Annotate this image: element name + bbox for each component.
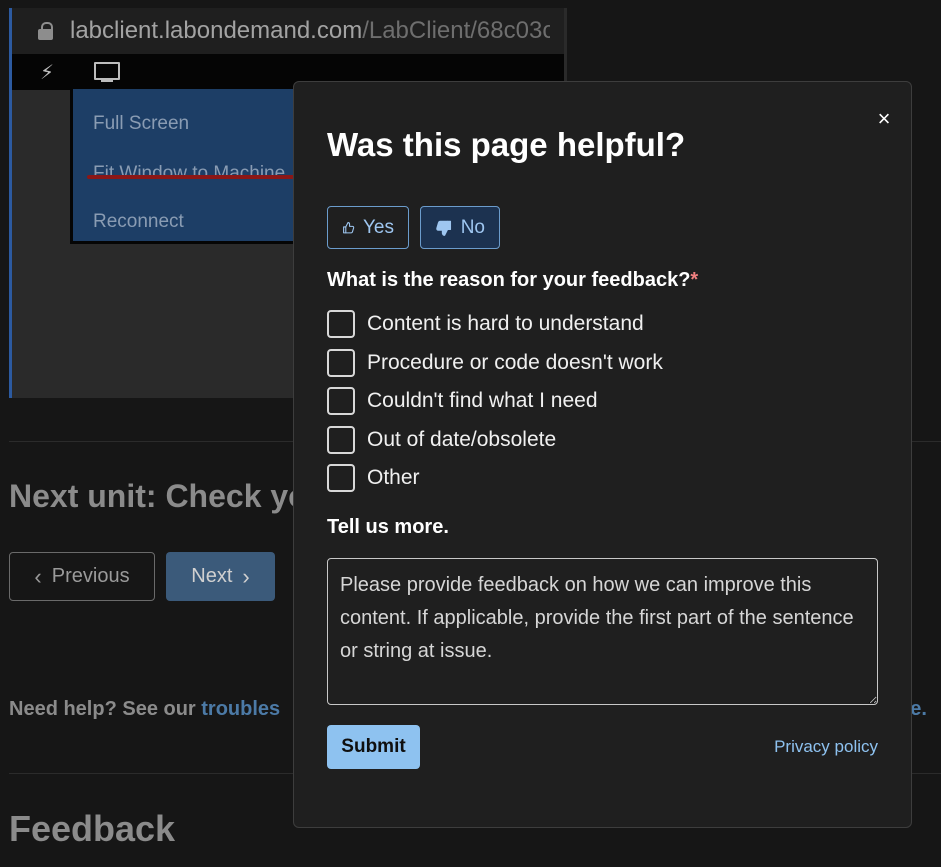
privacy-policy-link[interactable]: Privacy policy	[774, 737, 878, 757]
next-unit-heading: Next unit: Check yo	[9, 478, 308, 514]
url-host: labclient.labondemand.com	[70, 17, 363, 44]
url-path: /LabClient/68c03c7	[362, 17, 550, 44]
menu-item-full-screen: Full Screen	[93, 113, 190, 134]
chevron-right-icon: ›	[242, 563, 250, 589]
option-label: Content is hard to understand	[367, 312, 644, 335]
dialog-title: Was this page helpful?	[327, 126, 686, 163]
option-label: Procedure or code doesn't work	[367, 351, 663, 374]
lock-icon	[38, 22, 54, 40]
menu-item-fit-window: Fit Window to Machine	[93, 163, 286, 184]
display-menu: Full Screen Fit Window to Machine Reconn…	[70, 86, 317, 244]
option-label: Other	[367, 466, 420, 489]
monitor-icon	[94, 62, 120, 82]
option-out-of-date[interactable]: Out of date/obsolete	[327, 426, 556, 454]
yes-button[interactable]: Yes	[327, 206, 409, 249]
lightning-icon: ⚡︎	[40, 62, 55, 84]
tell-us-more-label: Tell us more.	[327, 516, 449, 538]
yes-label: Yes	[363, 216, 394, 238]
thumbs-up-icon	[343, 221, 355, 233]
option-code-doesnt-work[interactable]: Procedure or code doesn't work	[327, 349, 663, 377]
menu-item-reconnect: Reconnect	[93, 211, 184, 232]
reason-label: What is the reason for your feedback?*	[327, 269, 698, 292]
submit-button[interactable]: Submit	[327, 725, 420, 769]
required-marker: *	[690, 269, 699, 291]
checkbox[interactable]	[327, 387, 355, 415]
previous-button[interactable]: ‹ Previous	[9, 552, 155, 601]
url-text: labclient.labondemand.com/LabClient/68c0…	[70, 17, 550, 45]
reason-label-text: What is the reason for your feedback?	[327, 269, 691, 291]
no-button[interactable]: No	[420, 206, 500, 249]
checkbox[interactable]	[327, 426, 355, 454]
feedback-textarea[interactable]	[327, 558, 878, 705]
annotation-underline	[87, 175, 317, 179]
feedback-dialog: × Was this page helpful? Yes No What is …	[293, 81, 912, 828]
feedback-heading: Feedback	[9, 808, 176, 849]
chevron-left-icon: ‹	[34, 563, 42, 589]
thumbs-down-icon	[436, 220, 452, 236]
checkbox[interactable]	[327, 464, 355, 492]
address-bar: labclient.labondemand.com/LabClient/68c0…	[12, 8, 564, 54]
checkbox[interactable]	[327, 349, 355, 377]
option-hard-to-understand[interactable]: Content is hard to understand	[327, 310, 644, 338]
checkbox[interactable]	[327, 310, 355, 338]
option-couldnt-find[interactable]: Couldn't find what I need	[327, 387, 598, 415]
troubleshooting-link[interactable]: troubles	[201, 698, 280, 720]
next-label: Next	[191, 565, 233, 587]
previous-label: Previous	[51, 565, 130, 587]
help-prefix: Need help? See our	[9, 698, 202, 720]
help-text: Need help? See our troubles	[9, 698, 280, 721]
close-button[interactable]: ×	[871, 106, 897, 132]
option-label: Out of date/obsolete	[367, 428, 557, 451]
option-other[interactable]: Other	[327, 464, 420, 492]
option-label: Couldn't find what I need	[367, 389, 598, 412]
next-button[interactable]: Next ›	[166, 552, 275, 601]
no-label: No	[460, 216, 485, 238]
